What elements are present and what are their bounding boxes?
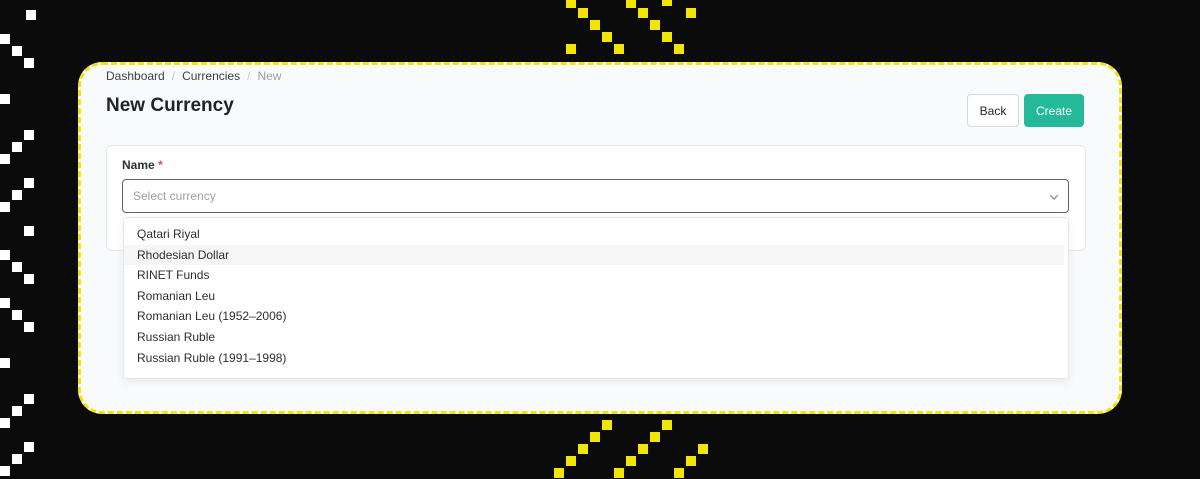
currency-select[interactable]: Select currency <box>122 179 1069 213</box>
name-field-label: Name * <box>122 158 163 172</box>
dropdown-option[interactable]: Russian Ruble <box>124 327 1064 348</box>
breadcrumb-separator: / <box>171 69 176 83</box>
select-placeholder: Select currency <box>133 189 216 203</box>
dropdown-option[interactable]: Qatari Riyal <box>124 224 1064 245</box>
currency-dropdown-list: Qatari Riyal Rhodesian Dollar RINET Fund… <box>123 217 1069 379</box>
breadcrumb-currencies[interactable]: Currencies <box>182 69 240 83</box>
back-button[interactable]: Back <box>967 94 1019 127</box>
dropdown-option[interactable]: Romanian Leu <box>124 286 1064 307</box>
dropdown-option[interactable]: RINET Funds <box>124 265 1064 286</box>
dropdown-option[interactable]: Romanian Leu (1952–2006) <box>124 306 1064 327</box>
breadcrumb-dashboard[interactable]: Dashboard <box>106 69 165 83</box>
chevron-down-icon <box>1048 190 1060 208</box>
name-label-text: Name <box>122 158 155 172</box>
page-title: New Currency <box>106 95 234 116</box>
breadcrumb-current: New <box>257 69 282 83</box>
breadcrumb-separator: / <box>247 69 251 83</box>
dropdown-option-highlighted[interactable]: Rhodesian Dollar <box>124 244 1064 266</box>
dropdown-option[interactable]: Russian Ruble (1991–1998) <box>124 348 1064 369</box>
required-marker: * <box>158 158 163 172</box>
create-button[interactable]: Create <box>1024 94 1084 127</box>
main-card: Dashboard / Currencies / New New Currenc… <box>78 62 1122 414</box>
breadcrumb: Dashboard / Currencies / New <box>106 69 281 83</box>
